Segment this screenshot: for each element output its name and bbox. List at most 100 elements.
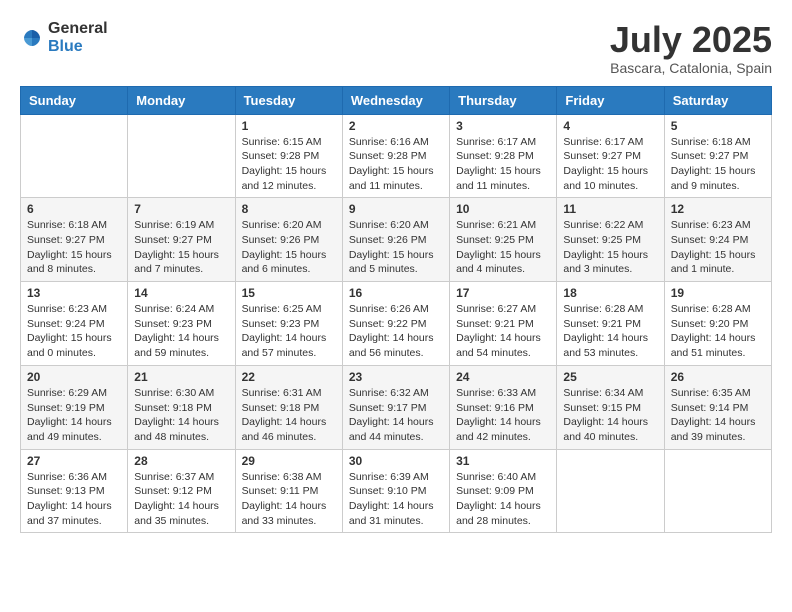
table-row: 29 Sunrise: 6:38 AMSunset: 9:11 PMDayligh… <box>235 449 342 533</box>
table-row: 6 Sunrise: 6:18 AMSunset: 9:27 PMDaylight… <box>21 198 128 282</box>
table-row: 23 Sunrise: 6:32 AMSunset: 9:17 PMDayligh… <box>342 365 449 449</box>
day-info: Sunrise: 6:22 AMSunset: 9:25 PMDaylight:… <box>563 218 657 277</box>
day-info: Sunrise: 6:34 AMSunset: 9:15 PMDaylight:… <box>563 386 657 445</box>
day-number: 17 <box>456 286 550 300</box>
day-info: Sunrise: 6:15 AMSunset: 9:28 PMDaylight:… <box>242 135 336 194</box>
table-row: 9 Sunrise: 6:20 AMSunset: 9:26 PMDaylight… <box>342 198 449 282</box>
table-row: 24Sunrise: 6:33 AMSunset: 9:16 PMDayligh… <box>450 365 557 449</box>
table-row: 10Sunrise: 6:21 AMSunset: 9:25 PMDayligh… <box>450 198 557 282</box>
table-row: 31 Sunrise: 6:40 AMSunset: 9:09 PMDayligh… <box>450 449 557 533</box>
calendar: Sunday Monday Tuesday Wednesday Thursday… <box>20 86 772 534</box>
table-row: 11 Sunrise: 6:22 AMSunset: 9:25 PMDayligh… <box>557 198 664 282</box>
table-row: 16 Sunrise: 6:26 AMSunset: 9:22 PMDayligh… <box>342 282 449 366</box>
day-info: Sunrise: 6:32 AMSunset: 9:17 PMDaylight:… <box>349 386 443 445</box>
logo-blue: Blue <box>48 38 83 55</box>
day-number: 5 <box>671 119 765 133</box>
day-number: 3 <box>456 119 550 133</box>
day-number: 22 <box>242 370 336 384</box>
day-number: 23 <box>349 370 443 384</box>
day-info: Sunrise: 6:40 AMSunset: 9:09 PMDaylight:… <box>456 470 550 529</box>
day-info: Sunrise: 6:26 AMSunset: 9:22 PMDaylight:… <box>349 302 443 361</box>
table-row: 28Sunrise: 6:37 AMSunset: 9:12 PMDayligh… <box>128 449 235 533</box>
day-info: Sunrise: 6:23 AMSunset: 9:24 PMDaylight:… <box>27 302 121 361</box>
day-info: Sunrise: 6:33 AMSunset: 9:16 PMDaylight:… <box>456 386 550 445</box>
day-info: Sunrise: 6:30 AMSunset: 9:18 PMDaylight:… <box>134 386 228 445</box>
day-info: Sunrise: 6:25 AMSunset: 9:23 PMDaylight:… <box>242 302 336 361</box>
day-number: 29 <box>242 454 336 468</box>
table-row: 17 Sunrise: 6:27 AMSunset: 9:21 PMDayligh… <box>450 282 557 366</box>
table-row <box>664 449 771 533</box>
table-row: 25 Sunrise: 6:34 AMSunset: 9:15 PMDayligh… <box>557 365 664 449</box>
day-number: 25 <box>563 370 657 384</box>
table-row <box>557 449 664 533</box>
day-info: Sunrise: 6:23 AMSunset: 9:24 PMDaylight:… <box>671 218 765 277</box>
calendar-week-row: 1 Sunrise: 6:15 AMSunset: 9:28 PMDaylight… <box>21 114 772 198</box>
table-row: 7 Sunrise: 6:19 AMSunset: 9:27 PMDaylight… <box>128 198 235 282</box>
table-row: 27Sunrise: 6:36 AMSunset: 9:13 PMDayligh… <box>21 449 128 533</box>
day-number: 8 <box>242 202 336 216</box>
weekday-header-row: Sunday Monday Tuesday Wednesday Thursday… <box>21 86 772 114</box>
day-number: 16 <box>349 286 443 300</box>
table-row: 3Sunrise: 6:17 AMSunset: 9:28 PMDaylight… <box>450 114 557 198</box>
day-number: 15 <box>242 286 336 300</box>
day-info: Sunrise: 6:18 AMSunset: 9:27 PMDaylight:… <box>671 135 765 194</box>
header-friday: Friday <box>557 86 664 114</box>
day-number: 6 <box>27 202 121 216</box>
day-number: 11 <box>563 202 657 216</box>
day-number: 21 <box>134 370 228 384</box>
table-row: 14 Sunrise: 6:24 AMSunset: 9:23 PMDayligh… <box>128 282 235 366</box>
day-number: 7 <box>134 202 228 216</box>
table-row: 12Sunrise: 6:23 AMSunset: 9:24 PMDayligh… <box>664 198 771 282</box>
day-info: Sunrise: 6:29 AMSunset: 9:19 PMDaylight:… <box>27 386 121 445</box>
table-row: 2 Sunrise: 6:16 AMSunset: 9:28 PMDaylight… <box>342 114 449 198</box>
logo-icon <box>20 26 44 50</box>
day-info: Sunrise: 6:18 AMSunset: 9:27 PMDaylight:… <box>27 218 121 277</box>
day-info: Sunrise: 6:20 AMSunset: 9:26 PMDaylight:… <box>349 218 443 277</box>
table-row: 19Sunrise: 6:28 AMSunset: 9:20 PMDayligh… <box>664 282 771 366</box>
day-number: 1 <box>242 119 336 133</box>
header-tuesday: Tuesday <box>235 86 342 114</box>
day-number: 18 <box>563 286 657 300</box>
day-number: 13 <box>27 286 121 300</box>
calendar-week-row: 27Sunrise: 6:36 AMSunset: 9:13 PMDayligh… <box>21 449 772 533</box>
calendar-week-row: 6 Sunrise: 6:18 AMSunset: 9:27 PMDaylight… <box>21 198 772 282</box>
table-row: 26 Sunrise: 6:35 AMSunset: 9:14 PMDayligh… <box>664 365 771 449</box>
table-row <box>128 114 235 198</box>
day-info: Sunrise: 6:35 AMSunset: 9:14 PMDaylight:… <box>671 386 765 445</box>
table-row: 22 Sunrise: 6:31 AMSunset: 9:18 PMDayligh… <box>235 365 342 449</box>
day-number: 31 <box>456 454 550 468</box>
table-row: 1 Sunrise: 6:15 AMSunset: 9:28 PMDaylight… <box>235 114 342 198</box>
day-info: Sunrise: 6:36 AMSunset: 9:13 PMDaylight:… <box>27 470 121 529</box>
table-row: 20Sunrise: 6:29 AMSunset: 9:19 PMDayligh… <box>21 365 128 449</box>
day-number: 2 <box>349 119 443 133</box>
day-info: Sunrise: 6:27 AMSunset: 9:21 PMDaylight:… <box>456 302 550 361</box>
table-row: 4Sunrise: 6:17 AMSunset: 9:27 PMDaylight… <box>557 114 664 198</box>
day-info: Sunrise: 6:19 AMSunset: 9:27 PMDaylight:… <box>134 218 228 277</box>
calendar-week-row: 20Sunrise: 6:29 AMSunset: 9:19 PMDayligh… <box>21 365 772 449</box>
header-monday: Monday <box>128 86 235 114</box>
location-title: Bascara, Catalonia, Spain <box>610 60 772 76</box>
table-row: 15 Sunrise: 6:25 AMSunset: 9:23 PMDayligh… <box>235 282 342 366</box>
table-row: 13 Sunrise: 6:23 AMSunset: 9:24 PMDayligh… <box>21 282 128 366</box>
day-number: 26 <box>671 370 765 384</box>
day-info: Sunrise: 6:16 AMSunset: 9:28 PMDaylight:… <box>349 135 443 194</box>
table-row <box>21 114 128 198</box>
day-info: Sunrise: 6:24 AMSunset: 9:23 PMDaylight:… <box>134 302 228 361</box>
header-saturday: Saturday <box>664 86 771 114</box>
table-row: 18Sunrise: 6:28 AMSunset: 9:21 PMDayligh… <box>557 282 664 366</box>
day-number: 14 <box>134 286 228 300</box>
header: General Blue July 2025 Bascara, Cataloni… <box>20 20 772 76</box>
day-info: Sunrise: 6:38 AMSunset: 9:11 PMDaylight:… <box>242 470 336 529</box>
day-number: 9 <box>349 202 443 216</box>
logo-general: General <box>48 20 108 37</box>
title-area: July 2025 Bascara, Catalonia, Spain <box>610 20 772 76</box>
header-sunday: Sunday <box>21 86 128 114</box>
day-info: Sunrise: 6:28 AMSunset: 9:20 PMDaylight:… <box>671 302 765 361</box>
day-info: Sunrise: 6:20 AMSunset: 9:26 PMDaylight:… <box>242 218 336 277</box>
day-info: Sunrise: 6:39 AMSunset: 9:10 PMDaylight:… <box>349 470 443 529</box>
day-info: Sunrise: 6:31 AMSunset: 9:18 PMDaylight:… <box>242 386 336 445</box>
table-row: 30 Sunrise: 6:39 AMSunset: 9:10 PMDayligh… <box>342 449 449 533</box>
day-info: Sunrise: 6:37 AMSunset: 9:12 PMDaylight:… <box>134 470 228 529</box>
day-number: 30 <box>349 454 443 468</box>
header-thursday: Thursday <box>450 86 557 114</box>
